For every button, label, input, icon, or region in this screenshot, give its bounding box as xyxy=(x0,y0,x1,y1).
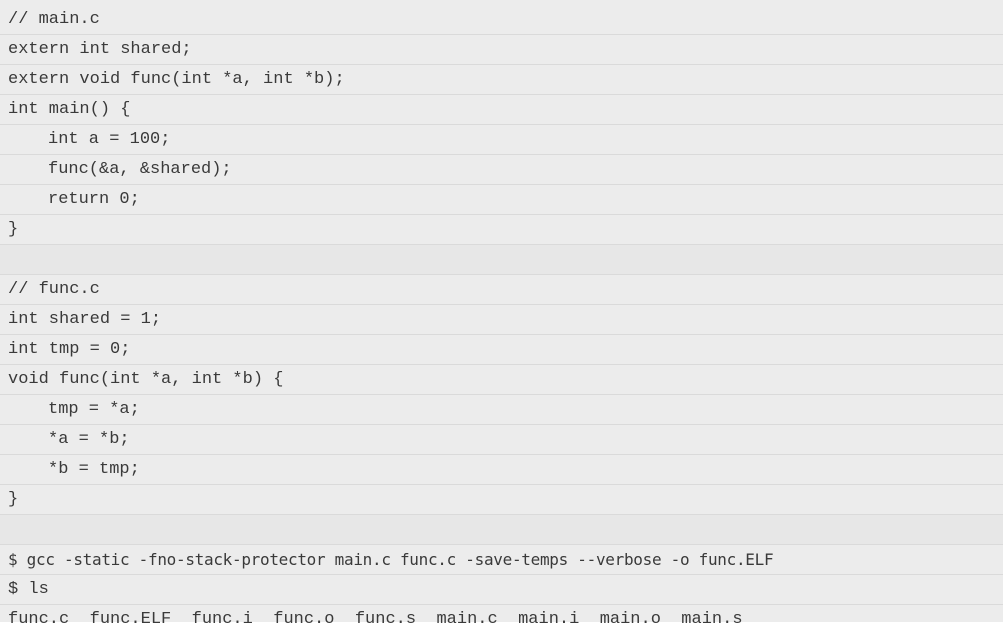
code-listing: // main.c extern int shared; extern void… xyxy=(0,0,1003,629)
terminal-output: func.c func.ELF func.i func.o func.s mai… xyxy=(8,610,743,629)
blank-line xyxy=(0,515,1003,545)
func-c-comment: // func.c xyxy=(0,275,1003,305)
main-c-line-7: } xyxy=(0,215,1003,245)
main-c-comment: // main.c xyxy=(0,5,1003,35)
func-c-line-3: void func(int *a, int *b) { xyxy=(0,365,1003,395)
main-c-line-5: func(&a, &shared); xyxy=(0,155,1003,185)
main-c-line-2: extern void func(int *a, int *b); xyxy=(0,65,1003,95)
main-c-line-6: return 0; xyxy=(0,185,1003,215)
main-c-line-1: extern int shared; xyxy=(0,35,1003,65)
func-c-line-5: *a = *b; xyxy=(0,425,1003,455)
main-c-line-4: int a = 100; xyxy=(0,125,1003,155)
func-c-line-7: } xyxy=(0,485,1003,515)
func-c-line-2: int tmp = 0; xyxy=(0,335,1003,365)
func-c-line-4: tmp = *a; xyxy=(0,395,1003,425)
main-c-line-3: int main() { xyxy=(0,95,1003,125)
func-c-line-6: *b = tmp; xyxy=(0,455,1003,485)
terminal-command-ls: $ ls xyxy=(0,575,1003,605)
blank-line xyxy=(0,245,1003,275)
terminal-command-gcc: $ gcc -static -fno-stack-protector main.… xyxy=(0,545,1003,575)
func-c-line-1: int shared = 1; xyxy=(0,305,1003,335)
